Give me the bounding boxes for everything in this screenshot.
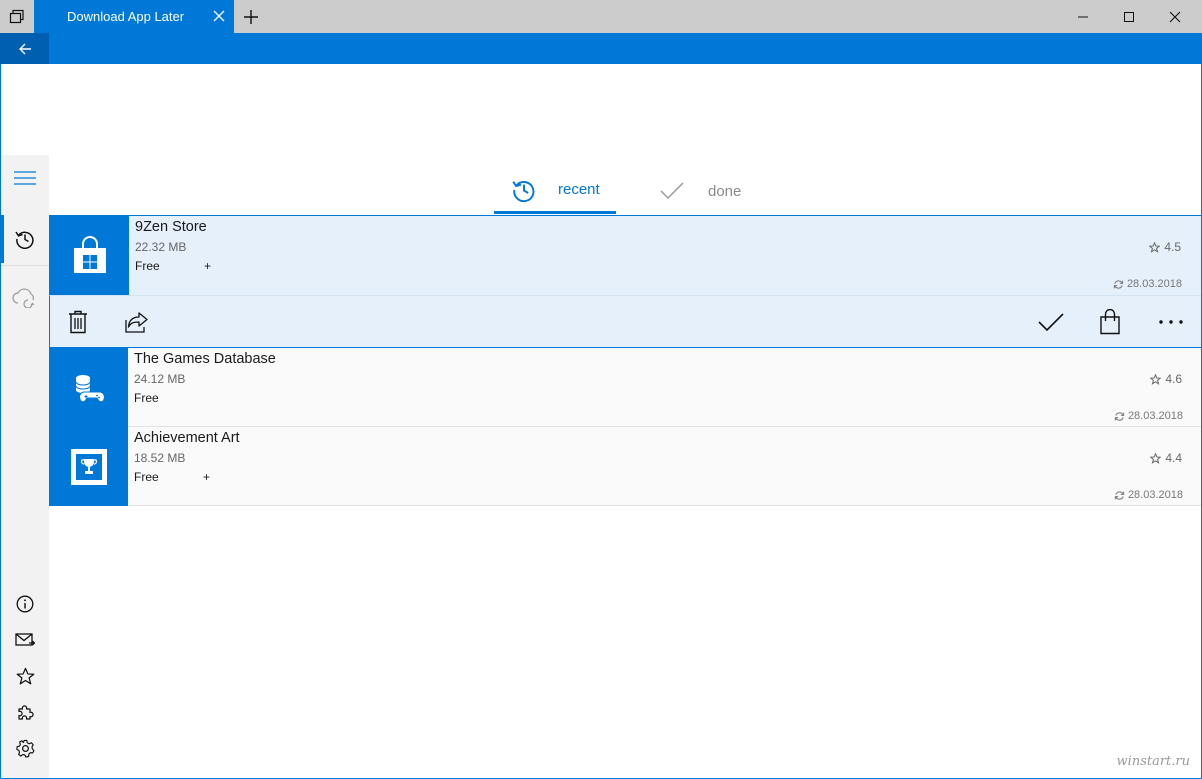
plus-icon[interactable] — [240, 6, 262, 28]
sync-icon — [1113, 279, 1124, 289]
app-name: 9Zen Store — [135, 219, 207, 235]
more-icon[interactable] — [1155, 306, 1187, 338]
close-tab-icon[interactable] — [212, 9, 226, 23]
tabs-icon[interactable] — [0, 0, 34, 33]
close-icon[interactable] — [1152, 0, 1198, 33]
app-tile — [50, 216, 129, 295]
hamburger-icon[interactable] — [1, 160, 49, 196]
store-bag-icon[interactable] — [1094, 306, 1126, 338]
app-name: The Games Database — [134, 351, 276, 367]
tab-recent-label: recent — [558, 181, 600, 198]
app-size: 18.52 MB — [134, 451, 186, 465]
app-extra: + — [203, 470, 211, 484]
watermark: winstart.ru — [1116, 754, 1190, 769]
puzzle-icon[interactable] — [1, 694, 49, 730]
list-item[interactable]: Achievement Art 18.52 MB Free + 4.4 28.0… — [49, 427, 1202, 506]
star-icon — [1150, 452, 1162, 464]
gear-icon[interactable] — [1, 730, 49, 766]
info-icon[interactable] — [1, 586, 49, 622]
app-name: Achievement Art — [134, 430, 240, 446]
list-item[interactable]: 9Zen Store 22.32 MB Free + 4.5 28.03.201… — [49, 215, 1202, 295]
app-price: Free — [135, 259, 160, 273]
app-date-value: 28.03.2018 — [1127, 410, 1183, 422]
delete-icon[interactable] — [62, 306, 94, 338]
nav-divider — [1, 265, 49, 266]
app-extra: + — [204, 259, 212, 273]
star-icon — [1150, 373, 1162, 385]
app-tile — [49, 348, 128, 427]
checkmark-icon[interactable] — [1035, 306, 1067, 338]
app-price: Free — [134, 391, 159, 405]
star-icon — [1149, 241, 1161, 253]
app-rating-value: 4.5 — [1164, 240, 1181, 254]
app-price: Free — [134, 470, 159, 484]
minimize-icon[interactable] — [1060, 0, 1106, 33]
store-bag-icon — [73, 235, 106, 273]
title-bar: Download App Later — [0, 0, 1202, 33]
app-size: 24.12 MB — [134, 372, 186, 386]
trophy-frame-icon — [70, 448, 107, 485]
mail-icon[interactable] — [1, 622, 49, 658]
app-tile — [49, 427, 128, 506]
list-item[interactable]: The Games Database 24.12 MB Free 4.6 28.… — [49, 348, 1202, 427]
app-rating: 4.5 — [1149, 240, 1181, 254]
window-tab-title: Download App Later — [67, 9, 185, 24]
tab-recent[interactable]: recent — [494, 168, 616, 214]
item-action-bar — [49, 295, 1202, 348]
app-date: 28.03.2018 — [1114, 489, 1183, 501]
maximize-icon[interactable] — [1106, 0, 1152, 33]
sync-icon — [1114, 411, 1125, 421]
history-icon — [512, 180, 535, 202]
back-arrow-icon — [18, 43, 31, 54]
share-icon[interactable] — [122, 306, 154, 338]
app-bar — [0, 33, 1202, 64]
sync-icon — [1114, 490, 1125, 500]
window-tab[interactable]: Download App Later — [34, 0, 234, 33]
app-date: 28.03.2018 — [1113, 278, 1182, 290]
back-button[interactable] — [0, 33, 49, 64]
app-date-value: 28.03.2018 — [1126, 278, 1182, 290]
left-nav — [1, 155, 49, 778]
history-icon[interactable] — [1, 221, 49, 257]
star-icon[interactable] — [1, 658, 49, 694]
tab-done-label: done — [708, 182, 742, 200]
app-list: 9Zen Store 22.32 MB Free + 4.5 28.03.201… — [49, 215, 1202, 506]
app-date: 28.03.2018 — [1114, 410, 1183, 422]
tab-done[interactable]: done — [656, 168, 776, 214]
app-rating: 4.4 — [1150, 451, 1182, 465]
app-rating-value: 4.6 — [1165, 372, 1182, 386]
app-rating: 4.6 — [1150, 372, 1182, 386]
gamepad-database-icon — [75, 374, 105, 402]
app-size: 22.32 MB — [135, 240, 187, 254]
app-rating-value: 4.4 — [1165, 451, 1182, 465]
app-date-value: 28.03.2018 — [1127, 489, 1183, 501]
checkmark-icon — [660, 182, 684, 200]
cloud-sync-icon[interactable] — [1, 280, 49, 316]
